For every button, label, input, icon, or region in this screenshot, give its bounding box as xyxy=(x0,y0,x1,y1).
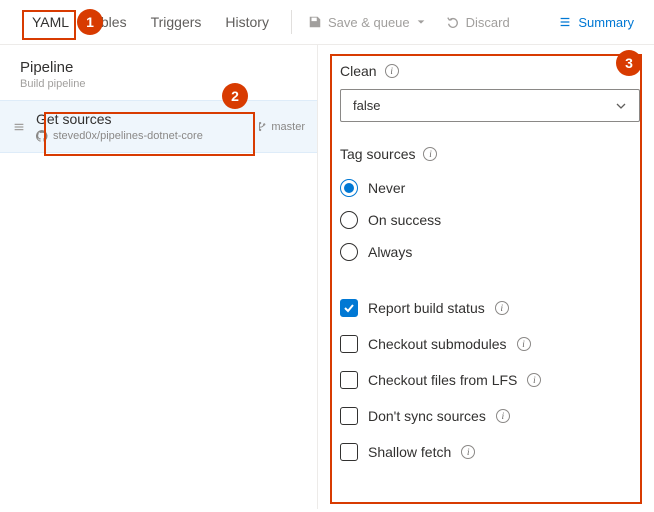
radio-label: Never xyxy=(368,180,405,196)
check-report-build-status[interactable]: Report build status i xyxy=(340,292,640,324)
checkbox[interactable] xyxy=(340,407,358,425)
radio-input[interactable] xyxy=(340,179,358,197)
tab-variables[interactable]: ables xyxy=(81,8,138,36)
pipeline-header: Pipeline Build pipeline xyxy=(0,45,317,100)
check-submodules[interactable]: Checkout submodules i xyxy=(340,328,640,360)
get-sources-branch: master xyxy=(256,121,305,133)
summary-label: Summary xyxy=(578,15,634,30)
drag-handle-icon xyxy=(12,120,26,134)
checkbox[interactable] xyxy=(340,371,358,389)
check-label: Checkout submodules xyxy=(368,336,507,352)
radio-never[interactable]: Never xyxy=(340,172,640,204)
pipeline-subtitle: Build pipeline xyxy=(20,78,297,90)
tab-yaml[interactable]: YAML xyxy=(20,8,81,36)
radio-input[interactable] xyxy=(340,211,358,229)
info-icon[interactable]: i xyxy=(423,147,437,161)
branch-name: master xyxy=(271,121,305,133)
get-sources-row[interactable]: Get sources steved0x/pipelines-dotnet-co… xyxy=(0,100,317,153)
get-sources-main: Get sources steved0x/pipelines-dotnet-co… xyxy=(36,111,246,142)
checkbox[interactable] xyxy=(340,335,358,353)
info-icon[interactable]: i xyxy=(527,373,541,387)
github-icon xyxy=(36,130,48,142)
check-shallow-fetch[interactable]: Shallow fetch i xyxy=(340,436,640,468)
discard-label: Discard xyxy=(466,15,510,30)
clean-dropdown[interactable]: false xyxy=(340,89,640,122)
info-icon[interactable]: i xyxy=(495,301,509,315)
repo-name: steved0x/pipelines-dotnet-core xyxy=(53,130,203,142)
get-sources-repo: steved0x/pipelines-dotnet-core xyxy=(36,130,246,142)
discard-button[interactable]: Discard xyxy=(440,11,516,34)
toolbar: YAML ables Triggers History Save & queue… xyxy=(0,0,654,45)
chevron-down-icon xyxy=(416,17,426,27)
save-queue-label: Save & queue xyxy=(328,15,410,30)
radio-on-success[interactable]: On success xyxy=(340,204,640,236)
radio-label: Always xyxy=(368,244,412,260)
clean-label-row: Clean i xyxy=(340,63,640,79)
clean-value: false xyxy=(353,98,380,113)
summary-button[interactable]: Summary xyxy=(552,11,640,34)
list-icon xyxy=(558,15,572,29)
check-label: Report build status xyxy=(368,300,485,316)
radio-input[interactable] xyxy=(340,243,358,261)
check-lfs[interactable]: Checkout files from LFS i xyxy=(340,364,640,396)
tab-triggers[interactable]: Triggers xyxy=(139,8,214,36)
pipeline-title: Pipeline xyxy=(20,59,297,76)
radio-always[interactable]: Always xyxy=(340,236,640,268)
tag-sources-label: Tag sources xyxy=(340,146,415,162)
right-pane: Clean i false Tag sources i Never On suc… xyxy=(318,45,654,509)
checkbox[interactable] xyxy=(340,443,358,461)
tag-sources-radio-group: Never On success Always xyxy=(340,172,640,268)
clean-label: Clean xyxy=(340,63,377,79)
branch-icon xyxy=(256,121,267,132)
undo-icon xyxy=(446,15,460,29)
info-icon[interactable]: i xyxy=(517,337,531,351)
save-queue-button[interactable]: Save & queue xyxy=(302,11,432,34)
check-label: Don't sync sources xyxy=(368,408,486,424)
options-check-group: Report build status i Checkout submodule… xyxy=(340,292,640,468)
info-icon[interactable]: i xyxy=(496,409,510,423)
radio-label: On success xyxy=(368,212,441,228)
get-sources-title: Get sources xyxy=(36,111,246,127)
info-icon[interactable]: i xyxy=(461,445,475,459)
check-label: Checkout files from LFS xyxy=(368,372,517,388)
chevron-down-icon xyxy=(615,100,627,112)
info-icon[interactable]: i xyxy=(385,64,399,78)
tab-history[interactable]: History xyxy=(213,8,281,36)
toolbar-separator xyxy=(291,10,292,34)
check-label: Shallow fetch xyxy=(368,444,451,460)
checkbox[interactable] xyxy=(340,299,358,317)
save-icon xyxy=(308,15,322,29)
tag-sources-label-row: Tag sources i xyxy=(340,146,640,162)
left-pane: Pipeline Build pipeline Get sources stev… xyxy=(0,45,318,509)
check-dont-sync[interactable]: Don't sync sources i xyxy=(340,400,640,432)
